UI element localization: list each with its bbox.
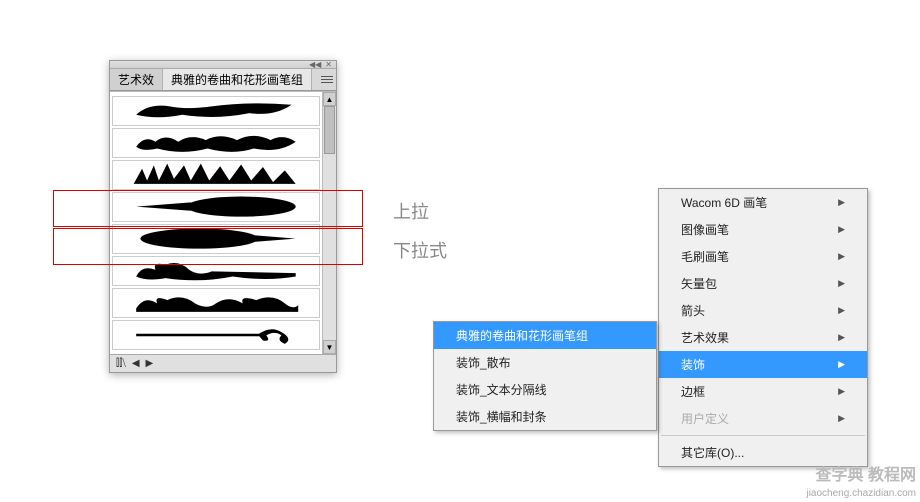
minimize-icon[interactable]: ◀◀ (309, 61, 321, 69)
chevron-right-icon: ▶ (838, 332, 845, 343)
library-icon[interactable]: ⫿⫿⧹ (116, 358, 126, 369)
menu-artistic[interactable]: 艺术效果▶ (659, 324, 867, 351)
close-icon[interactable]: ✕ (325, 61, 332, 69)
watermark-url: jiaocheng.chazidian.com (806, 487, 916, 500)
chevron-right-icon: ▶ (838, 251, 845, 262)
next-icon[interactable]: ▶ (146, 358, 154, 369)
watermark: 查字典 教程网 jiaocheng.chazidian.com (806, 466, 916, 500)
menu-vector-pack[interactable]: 矢量包▶ (659, 270, 867, 297)
submenu-elegant-curls[interactable]: 典雅的卷曲和花形画笔组 (434, 322, 656, 349)
decorative-submenu: 典雅的卷曲和花形画笔组 装饰_散布 装饰_文本分隔线 装饰_横幅和封条 (433, 321, 657, 431)
tab-bar: 艺术效 典雅的卷曲和花形画笔组 (110, 69, 336, 91)
brush-teardrop-left[interactable] (112, 224, 320, 254)
brush-line-curl-end[interactable] (112, 320, 320, 350)
chevron-right-icon: ▶ (838, 413, 845, 424)
menu-bristle-brush[interactable]: 毛刷画笔▶ (659, 243, 867, 270)
menu-separator (661, 435, 865, 436)
brush-wave-curls[interactable] (112, 288, 320, 318)
brush-library-menu: Wacom 6D 画笔▶ 图像画笔▶ 毛刷画笔▶ 矢量包▶ 箭头▶ 艺术效果▶ … (658, 188, 868, 467)
submenu-text-dividers[interactable]: 装饰_文本分隔线 (434, 376, 656, 403)
brush-floral-wave[interactable] (112, 128, 320, 158)
tab-elegant-curls[interactable]: 典雅的卷曲和花形画笔组 (163, 69, 312, 90)
brush-teardrop-right[interactable] (112, 192, 320, 222)
scroll-thumb[interactable] (324, 106, 335, 154)
menu-wacom-6d[interactable]: Wacom 6D 画笔▶ (659, 189, 867, 216)
tab-art-effect[interactable]: 艺术效 (110, 69, 163, 90)
scroll-up-icon[interactable]: ▲ (323, 92, 336, 106)
submenu-scatter[interactable]: 装饰_散布 (434, 349, 656, 376)
menu-borders[interactable]: 边框▶ (659, 378, 867, 405)
label-down: 下拉式 (393, 237, 447, 263)
submenu-banners-seals[interactable]: 装饰_横幅和封条 (434, 403, 656, 430)
scroll-down-icon[interactable]: ▼ (323, 340, 336, 354)
chevron-right-icon: ▶ (838, 386, 845, 397)
vertical-scrollbar[interactable]: ▲ ▼ (322, 92, 336, 354)
menu-arrows[interactable]: 箭头▶ (659, 297, 867, 324)
panel-titlebar[interactable]: ◀◀ ✕ (110, 61, 336, 69)
prev-icon[interactable]: ◀ (132, 358, 140, 369)
menu-user-defined: 用户定义▶ (659, 405, 867, 432)
brush-column (110, 92, 322, 354)
panel-menu-button[interactable] (318, 69, 336, 90)
brush-cloud-scroll[interactable] (112, 256, 320, 286)
menu-image-brush[interactable]: 图像画笔▶ (659, 216, 867, 243)
label-up: 上拉 (393, 198, 429, 224)
chevron-right-icon: ▶ (838, 197, 845, 208)
watermark-title: 查字典 教程网 (806, 466, 916, 487)
brush-flame-grass[interactable] (112, 160, 320, 190)
brush-list-body: ▲ ▼ (110, 91, 336, 354)
panel-footer: ⫿⫿⧹ ◀ ▶ (110, 354, 336, 372)
menu-decorative[interactable]: 装饰▶ (659, 351, 867, 378)
brush-swirl-leaf[interactable] (112, 96, 320, 126)
chevron-right-icon: ▶ (838, 305, 845, 316)
chevron-right-icon: ▶ (838, 224, 845, 235)
chevron-right-icon: ▶ (838, 359, 845, 370)
chevron-right-icon: ▶ (838, 278, 845, 289)
brush-panel: ◀◀ ✕ 艺术效 典雅的卷曲和花形画笔组 ▲ ▼ ⫿⫿⧹ ◀ ▶ (109, 60, 337, 373)
menu-other-library[interactable]: 其它库(O)... (659, 439, 867, 466)
